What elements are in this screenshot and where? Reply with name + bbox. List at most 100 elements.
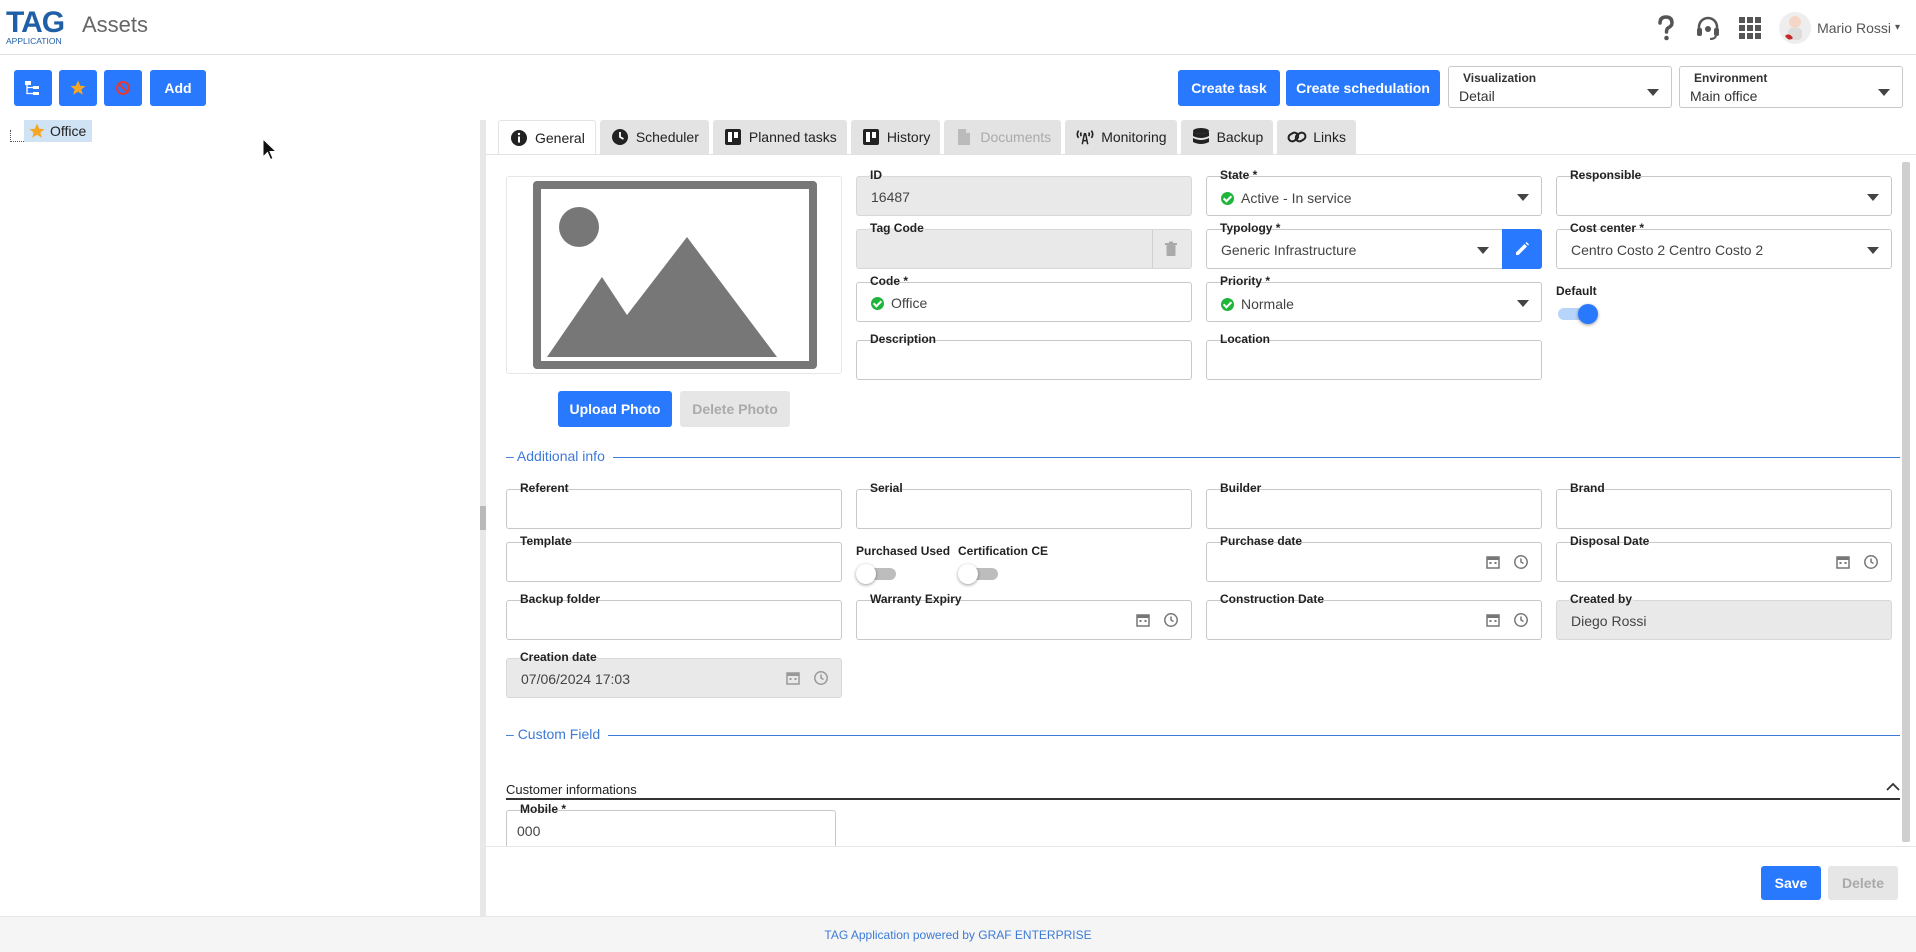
edit-typology-button[interactable] bbox=[1502, 229, 1542, 269]
warranty-expiry-field[interactable]: Warranty Expiry bbox=[856, 592, 1192, 640]
tab-history[interactable]: History bbox=[850, 120, 941, 154]
template-field[interactable]: Template bbox=[506, 534, 842, 582]
creation-date-field: Creation date 07/06/2024 17:03 bbox=[506, 650, 842, 698]
upload-photo-button[interactable]: Upload Photo bbox=[558, 391, 672, 427]
app-logo[interactable]: TAG APPLICATION bbox=[6, 8, 66, 50]
cost-center-label: Cost center * bbox=[1569, 221, 1646, 235]
vertical-scrollbar[interactable] bbox=[1902, 162, 1910, 842]
tag-code-label: Tag Code bbox=[869, 221, 925, 235]
priority-select[interactable]: Priority * Normale bbox=[1206, 274, 1542, 322]
favorites-button[interactable] bbox=[59, 70, 97, 106]
tab-scheduler[interactable]: Scheduler bbox=[599, 120, 709, 154]
id-value: 16487 bbox=[871, 189, 910, 205]
group-title: Customer informations bbox=[506, 782, 637, 797]
tab-label: Documents bbox=[980, 129, 1052, 145]
board-icon bbox=[861, 127, 881, 147]
block-button[interactable] bbox=[104, 70, 142, 106]
footer-text[interactable]: TAG Application powered by GRAF ENTERPRI… bbox=[824, 928, 1091, 942]
tab-monitoring[interactable]: Monitoring bbox=[1065, 120, 1177, 154]
detail-panel: General Scheduler Planned tasks History … bbox=[486, 120, 1916, 916]
delete-photo-button[interactable]: Delete Photo bbox=[680, 391, 790, 427]
valid-check-icon bbox=[871, 297, 884, 310]
calendar-icon[interactable] bbox=[1485, 554, 1501, 570]
certification-ce-label: Certification CE bbox=[958, 544, 1049, 558]
serial-field[interactable]: Serial bbox=[856, 481, 1192, 529]
image-placeholder-icon bbox=[533, 181, 817, 369]
add-button[interactable]: Add bbox=[150, 70, 206, 106]
delete-button[interactable]: Delete bbox=[1828, 866, 1898, 900]
template-label: Template bbox=[519, 534, 573, 548]
environment-select[interactable]: Environment Main office bbox=[1679, 66, 1903, 108]
typology-select[interactable]: Typology * Generic Infrastructure bbox=[1206, 221, 1542, 269]
state-label: State * bbox=[1219, 168, 1259, 182]
visualization-select[interactable]: Visualization Detail bbox=[1448, 66, 1672, 108]
location-field[interactable]: Location bbox=[1206, 332, 1542, 380]
cost-center-select[interactable]: Cost center * Centro Costo 2 Centro Cost… bbox=[1556, 221, 1892, 269]
calendar-icon[interactable] bbox=[1135, 612, 1151, 628]
clock-icon[interactable] bbox=[1513, 612, 1529, 628]
clock-icon[interactable] bbox=[1163, 612, 1179, 628]
chevron-down-icon: ▾ bbox=[1894, 22, 1900, 33]
document-icon bbox=[954, 127, 974, 147]
tree-node-office[interactable]: Office bbox=[24, 120, 93, 142]
clock-icon[interactable] bbox=[1513, 554, 1529, 570]
code-field[interactable]: Code * Office bbox=[856, 274, 1192, 322]
user-menu[interactable]: Mario Rossi ▾ bbox=[1779, 11, 1900, 44]
create-task-button[interactable]: Create task bbox=[1178, 70, 1280, 106]
calendar-icon[interactable] bbox=[1485, 612, 1501, 628]
help-icon[interactable] bbox=[1653, 14, 1679, 41]
brand-field[interactable]: Brand bbox=[1556, 481, 1892, 529]
calendar-icon[interactable] bbox=[1835, 554, 1851, 570]
chevron-up-icon[interactable] bbox=[1886, 782, 1900, 792]
purchased-used-toggle[interactable] bbox=[856, 564, 896, 584]
save-button[interactable]: Save bbox=[1761, 866, 1821, 900]
mobile-field[interactable]: Mobile * 000 bbox=[506, 802, 836, 846]
description-field[interactable]: Description bbox=[856, 332, 1192, 380]
support-headset-icon[interactable] bbox=[1695, 15, 1721, 41]
caret-down-icon bbox=[1867, 194, 1879, 201]
backup-folder-field[interactable]: Backup folder bbox=[506, 592, 842, 640]
logo-text: TAG bbox=[6, 6, 65, 39]
serial-label: Serial bbox=[869, 481, 904, 495]
referent-field[interactable]: Referent bbox=[506, 481, 842, 529]
priority-value: Normale bbox=[1241, 296, 1294, 312]
construction-date-label: Construction Date bbox=[1219, 592, 1326, 606]
cost-center-value: Centro Costo 2 Centro Costo 2 bbox=[1571, 242, 1764, 258]
typology-value: Generic Infrastructure bbox=[1221, 242, 1357, 258]
purchase-date-field[interactable]: Purchase date bbox=[1206, 534, 1542, 582]
custom-field-section[interactable]: – Custom Field bbox=[506, 726, 1900, 746]
created-by-value: Diego Rossi bbox=[1571, 613, 1647, 629]
section-divider bbox=[506, 735, 1900, 736]
page-title: Assets bbox=[82, 12, 149, 37]
environment-label: Environment bbox=[1694, 71, 1768, 85]
construction-date-field[interactable]: Construction Date bbox=[1206, 592, 1542, 640]
disposal-date-field[interactable]: Disposal Date bbox=[1556, 534, 1892, 582]
tab-links[interactable]: Links bbox=[1277, 120, 1356, 154]
tab-backup[interactable]: Backup bbox=[1180, 120, 1274, 154]
tab-general[interactable]: General bbox=[498, 120, 596, 154]
default-toggle[interactable] bbox=[1558, 304, 1598, 324]
location-label: Location bbox=[1219, 332, 1271, 346]
tab-planned-tasks[interactable]: Planned tasks bbox=[712, 120, 847, 154]
create-schedulation-button[interactable]: Create schedulation bbox=[1286, 70, 1440, 106]
builder-field[interactable]: Builder bbox=[1206, 481, 1542, 529]
collapse-dash-icon: – bbox=[506, 448, 517, 464]
responsible-label: Responsible bbox=[1569, 168, 1643, 182]
tag-code-field: Tag Code bbox=[856, 221, 1192, 269]
antenna-icon bbox=[1075, 127, 1095, 147]
trash-icon[interactable] bbox=[1163, 241, 1179, 257]
code-value: Office bbox=[891, 295, 928, 311]
state-select[interactable]: State * Active - In service bbox=[1206, 168, 1542, 216]
tab-divider bbox=[486, 154, 1916, 155]
default-label: Default bbox=[1556, 284, 1597, 298]
responsible-select[interactable]: Responsible bbox=[1556, 168, 1892, 216]
tree-view-button[interactable] bbox=[14, 70, 52, 106]
apps-grid-icon[interactable] bbox=[1737, 15, 1763, 41]
caret-down-icon bbox=[1477, 247, 1489, 254]
customer-informations-header[interactable]: Customer informations bbox=[506, 776, 1900, 800]
mobile-value: 000 bbox=[517, 823, 541, 839]
asset-tree: Office bbox=[0, 120, 480, 916]
additional-info-section[interactable]: – Additional info bbox=[506, 448, 1900, 468]
certification-ce-toggle[interactable] bbox=[958, 564, 998, 584]
clock-icon[interactable] bbox=[1863, 554, 1879, 570]
